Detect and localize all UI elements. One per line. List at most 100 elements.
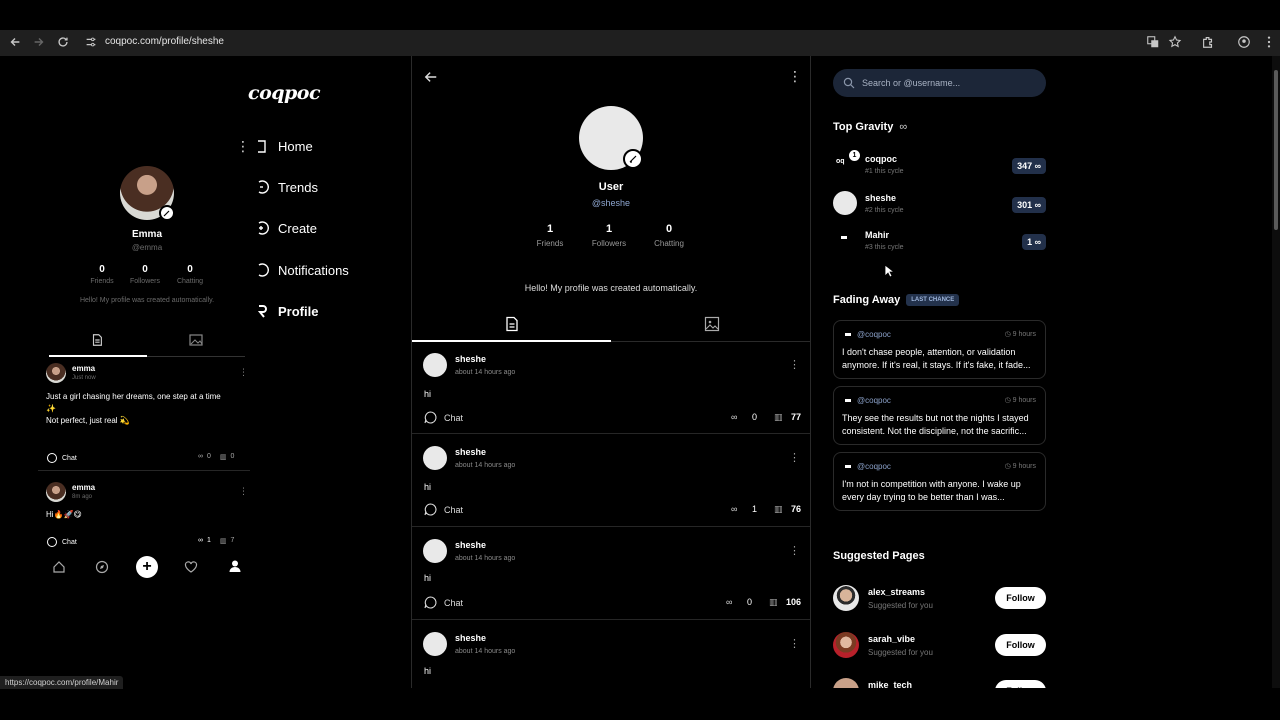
list-item[interactable]: emma 8m ago ⋮ Hi🔥🚀😋: [46, 482, 248, 522]
avatar: [845, 333, 851, 336]
fading-card[interactable]: @coqpoc ◷ 9 hours I'm not in competition…: [833, 452, 1046, 511]
browser-menu-icon[interactable]: [1262, 35, 1278, 51]
avatar[interactable]: [833, 191, 857, 215]
list-item[interactable]: oq 1 coqpoc #1 this cycle 347 ∞: [833, 150, 1046, 180]
more-options-icon[interactable]: ⋮: [236, 138, 250, 155]
bookmark-star-icon[interactable]: [1168, 35, 1184, 51]
avatar[interactable]: [46, 482, 66, 502]
back-arrow-icon[interactable]: [424, 70, 438, 84]
avatar[interactable]: [841, 236, 847, 239]
heart-icon[interactable]: [184, 560, 198, 574]
gravity-score: 301 ∞: [1012, 197, 1046, 213]
post-author[interactable]: sheshe: [455, 633, 486, 643]
stat-chatting[interactable]: 0 Chatting: [172, 264, 208, 285]
avatar[interactable]: [423, 446, 447, 470]
more-options-icon[interactable]: ⋮: [788, 68, 802, 85]
create-plus-icon[interactable]: +: [136, 556, 158, 578]
stat-followers[interactable]: 0 Followers: [127, 264, 163, 285]
avatar[interactable]: [46, 363, 66, 383]
address-bar-url[interactable]: coqpoc.com/profile/sheshe: [105, 36, 224, 47]
nav-profile[interactable]: Profile: [255, 300, 318, 322]
stat-friends[interactable]: 0 Friends: [86, 264, 118, 285]
avatar[interactable]: [833, 632, 859, 658]
scrollbar-thumb[interactable]: [1274, 70, 1278, 230]
explore-icon[interactable]: [95, 560, 109, 574]
gravity-user-name[interactable]: coqpoc: [865, 154, 897, 164]
reload-icon[interactable]: [56, 35, 72, 51]
site-info-icon[interactable]: [84, 35, 100, 51]
post-menu-icon[interactable]: ⋮: [239, 367, 248, 378]
posts-tab-icon[interactable]: [504, 316, 520, 332]
chat-button[interactable]: Chat: [46, 452, 77, 464]
list-item[interactable]: sheshe #2 this cycle 301 ∞: [833, 189, 1046, 219]
list-item[interactable]: Mahir #3 this cycle 1 ∞: [833, 226, 1046, 256]
table-row[interactable]: sheshe about 14 hours ago ⋮ hi Chat ∞ 0 …: [412, 342, 810, 434]
table-row[interactable]: sheshe about 14 hours ago ⋮ hi Chat ∞ 0 …: [412, 528, 810, 620]
clock-icon: ◷: [1004, 397, 1013, 404]
gravity-icon: ∞: [731, 412, 738, 422]
card-handle[interactable]: @coqpoc: [857, 396, 891, 405]
window-top-strip: [0, 0, 1280, 30]
fading-card[interactable]: @coqpoc ◷ 9 hours They see the results b…: [833, 386, 1046, 445]
edit-avatar-icon[interactable]: [159, 205, 175, 221]
chat-button[interactable]: Chat: [423, 595, 463, 610]
stat-friends[interactable]: 1 Friends: [530, 223, 570, 248]
post-menu-icon[interactable]: ⋮: [789, 451, 800, 464]
suggested-name[interactable]: sarah_vibe: [868, 634, 915, 644]
edit-avatar-icon[interactable]: [623, 149, 643, 169]
media-tab-icon[interactable]: [704, 316, 720, 332]
avatar[interactable]: [423, 353, 447, 377]
post-menu-icon[interactable]: ⋮: [789, 637, 800, 650]
post-author[interactable]: emma: [72, 364, 95, 373]
post-author[interactable]: sheshe: [455, 540, 486, 550]
stat-chatting[interactable]: 0 Chatting: [646, 223, 692, 248]
post-time: about 14 hours ago: [455, 369, 516, 376]
table-row[interactable]: sheshe about 14 hours ago ⋮ hi Chat ∞ 1 …: [412, 435, 810, 527]
post-menu-icon[interactable]: ⋮: [239, 486, 248, 497]
card-time: ◷ 9 hours: [1004, 397, 1036, 404]
suggested-name[interactable]: mike_tech: [868, 680, 912, 688]
nav-trends[interactable]: Trends: [255, 176, 318, 198]
profile-icon[interactable]: [228, 559, 242, 573]
chat-button[interactable]: Chat: [423, 502, 463, 517]
card-handle[interactable]: @coqpoc: [857, 462, 891, 471]
nav-notifications[interactable]: Notifications: [255, 259, 349, 281]
forward-arrow-icon[interactable]: [32, 35, 48, 51]
gravity-user-name[interactable]: sheshe: [865, 193, 896, 203]
back-arrow-icon[interactable]: [8, 35, 24, 51]
posts-tab-icon[interactable]: [90, 333, 104, 347]
post-menu-icon[interactable]: ⋮: [789, 544, 800, 557]
post-author[interactable]: sheshe: [455, 354, 486, 364]
chat-button[interactable]: Chat: [46, 536, 77, 548]
post-menu-icon[interactable]: ⋮: [789, 358, 800, 371]
follow-button[interactable]: Follow: [995, 680, 1046, 688]
avatar[interactable]: [833, 585, 859, 611]
stat-followers[interactable]: 1 Followers: [586, 223, 632, 248]
follow-button[interactable]: Follow: [995, 587, 1046, 609]
nav-create[interactable]: Create: [255, 217, 317, 239]
post-time: 8m ago: [72, 494, 93, 500]
post-text: hi: [424, 389, 432, 399]
chat-button[interactable]: Chat: [423, 410, 463, 425]
gravity-user-name[interactable]: Mahir: [865, 230, 889, 240]
home-icon[interactable]: [52, 560, 66, 574]
account-icon[interactable]: [1237, 35, 1253, 51]
coqpoc-logo[interactable]: coqpoc: [248, 82, 321, 104]
avatar[interactable]: [423, 632, 447, 656]
translate-icon[interactable]: [1146, 35, 1162, 51]
post-author[interactable]: sheshe: [455, 447, 486, 457]
table-row[interactable]: sheshe about 14 hours ago ⋮ hi: [412, 621, 810, 688]
suggested-name[interactable]: alex_streams: [868, 587, 925, 597]
nav-home[interactable]: Home: [255, 135, 313, 157]
avatar[interactable]: [423, 539, 447, 563]
gravity-score: 1 ∞: [1022, 234, 1046, 250]
search-input[interactable]: Search or @username...: [833, 69, 1046, 97]
views-count: 7: [230, 537, 235, 544]
extensions-icon[interactable]: [1201, 35, 1217, 51]
card-handle[interactable]: @coqpoc: [857, 330, 891, 339]
avatar[interactable]: [833, 678, 859, 688]
fading-card[interactable]: @coqpoc ◷ 9 hours I don't chase people, …: [833, 320, 1046, 379]
post-author[interactable]: emma: [72, 483, 95, 492]
media-tab-icon[interactable]: [188, 333, 204, 347]
follow-button[interactable]: Follow: [995, 634, 1046, 656]
